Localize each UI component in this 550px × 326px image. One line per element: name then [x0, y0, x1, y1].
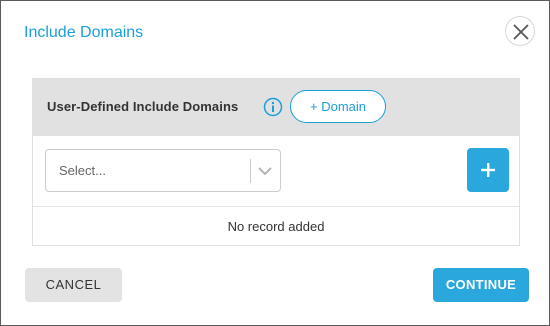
- cancel-button[interactable]: CANCEL: [25, 268, 122, 302]
- select-placeholder: Select...: [59, 163, 106, 178]
- close-button[interactable]: [505, 16, 535, 46]
- domain-select[interactable]: Select...: [45, 149, 281, 192]
- panel-header: User-Defined Include Domains + Domain: [33, 79, 519, 136]
- include-domains-dialog: Include Domains User-Defined Include Dom…: [0, 0, 550, 326]
- divider: [33, 206, 519, 207]
- include-domains-panel: User-Defined Include Domains + Domain Se…: [32, 78, 520, 246]
- info-icon[interactable]: [263, 97, 283, 117]
- panel-header-label: User-Defined Include Domains: [47, 99, 239, 114]
- close-icon: [513, 24, 529, 40]
- continue-button[interactable]: CONTINUE: [433, 268, 529, 302]
- add-domain-button[interactable]: + Domain: [290, 90, 386, 123]
- empty-message: No record added: [227, 219, 325, 234]
- plus-icon: [481, 163, 495, 177]
- add-button[interactable]: [467, 148, 509, 192]
- chevron-down-icon[interactable]: [257, 164, 273, 178]
- dialog-title: Include Domains: [24, 24, 144, 41]
- select-separator: [250, 159, 251, 183]
